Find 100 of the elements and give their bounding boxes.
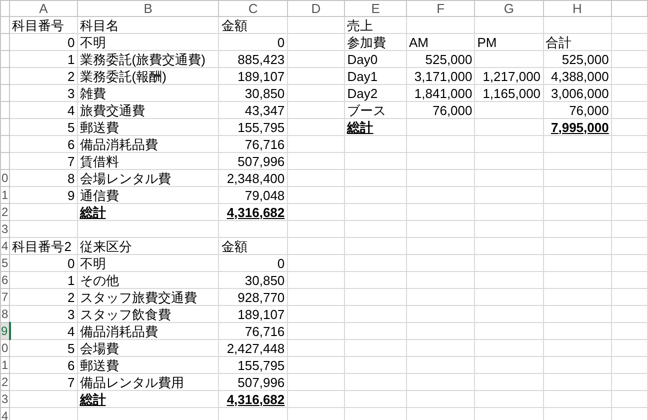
cell-text: AM <box>408 34 428 50</box>
cell-text: Day1 <box>347 68 378 84</box>
cell-text: 8 <box>68 170 75 186</box>
cell-text: 合計 <box>546 34 572 50</box>
cell-text: 76,716 <box>244 324 285 338</box>
cell-text: 0 <box>68 256 75 270</box>
column-header[interactable]: D <box>287 0 345 16</box>
row-header[interactable]: 1 <box>0 186 10 204</box>
column-header[interactable]: C <box>218 0 288 16</box>
column-header[interactable]: E <box>344 0 406 16</box>
cell-text: 金額 <box>221 238 248 254</box>
column-header[interactable]: G <box>474 0 544 16</box>
cell-text: その他 <box>80 272 119 288</box>
cell-text: 4 <box>68 102 75 118</box>
cell-text: 郵送費 <box>80 358 119 372</box>
cell-text: 525,000 <box>425 52 472 66</box>
cell-text: 科目番号 <box>12 18 64 32</box>
cell-text: 備品レンタル費用 <box>80 374 184 390</box>
cell-text: 79,048 <box>244 188 285 202</box>
cell-text: 9 <box>68 188 75 202</box>
cell-text: 7 <box>68 154 75 168</box>
cell-text: 備品消耗品費 <box>80 324 158 338</box>
cell-text: 1 <box>68 52 75 66</box>
cell-text: 1,841,000 <box>414 86 472 100</box>
cell-text: 525,000 <box>562 52 609 66</box>
row-header[interactable]: 5 <box>0 254 10 272</box>
cell-text: 885,423 <box>238 52 285 66</box>
cell-text: 1,165,000 <box>482 86 541 100</box>
cell-text: 従来区分 <box>80 238 132 254</box>
cell-text: 0 <box>68 34 75 50</box>
cell-text: 189,107 <box>238 306 285 322</box>
cell-text: 4,316,682 <box>226 204 285 220</box>
cell-text: 売上 <box>347 18 374 32</box>
cell-text: 30,850 <box>244 272 285 288</box>
cell-text: 旅費交通費 <box>80 102 145 118</box>
cell-text: 507,996 <box>238 154 285 168</box>
cell-text: 2 <box>68 290 75 304</box>
cell-text: 1 <box>68 272 75 288</box>
cell-text: 科目名 <box>80 18 119 32</box>
row-header[interactable]: 2 <box>0 374 10 390</box>
row-header[interactable]: 9 <box>0 322 10 340</box>
cell-text: 5 <box>68 340 75 356</box>
cell-text: 4,388,000 <box>551 68 609 84</box>
row-header[interactable]: 7 <box>0 288 10 306</box>
cell-text: 6 <box>68 136 75 152</box>
cell-text: 1,217,000 <box>482 68 541 84</box>
row-header[interactable]: 3 <box>0 390 10 408</box>
row-header[interactable]: 8 <box>0 306 10 322</box>
cell-text: 2,427,448 <box>226 340 285 356</box>
cell-text: 155,795 <box>238 358 285 372</box>
column-header[interactable]: H <box>543 0 612 16</box>
row-header[interactable]: 4 <box>0 408 10 420</box>
cell-text: 会場レンタル費 <box>80 170 171 186</box>
cell-text: PM <box>477 34 497 50</box>
cell-text: 928,770 <box>238 290 285 304</box>
cell-text: 5 <box>68 120 75 134</box>
cell-text: 備品消耗品費 <box>80 136 158 152</box>
cell-text: 30,850 <box>244 86 285 100</box>
cell-text: 7,995,000 <box>551 120 609 134</box>
cell-text: 189,107 <box>238 68 285 84</box>
row-header[interactable]: 2 <box>0 204 10 220</box>
cell-text: 会場費 <box>80 340 119 356</box>
cell-text: 郵送費 <box>80 120 119 134</box>
cell-text: 金額 <box>221 18 248 32</box>
row-header[interactable]: 4 <box>0 238 10 254</box>
column-header[interactable]: F <box>406 0 475 16</box>
row-header[interactable]: 1 <box>0 356 10 374</box>
cell-text: 業務委託(旅費交通費) <box>80 52 206 66</box>
cell-text: 3,006,000 <box>551 86 609 100</box>
cell-text: 3,171,000 <box>414 68 472 84</box>
column-header[interactable]: A <box>10 0 78 16</box>
cell-text: 0 <box>277 256 285 270</box>
cell-text: 3 <box>68 306 75 322</box>
cell-text: Day0 <box>347 52 378 66</box>
cell-text: 4,316,682 <box>226 392 285 406</box>
cell-text: 不明 <box>80 34 106 50</box>
cell-text: 76,000 <box>432 102 472 118</box>
cell-text: 雑費 <box>80 86 106 100</box>
cell-text: 2 <box>68 68 75 84</box>
row-header[interactable]: 0 <box>0 340 10 356</box>
cell-text: 2,348,400 <box>226 170 285 186</box>
column-header[interactable]: B <box>77 0 219 16</box>
cell-text: 科目番号2 <box>12 238 72 254</box>
cell-text: ブース <box>347 102 386 118</box>
cell-text: 43,347 <box>244 102 285 118</box>
cell-text: スタッフ飲食費 <box>80 306 171 322</box>
row-header[interactable]: 0 <box>0 170 10 186</box>
cell-text: 76,000 <box>569 102 609 118</box>
cell-text: 6 <box>68 358 75 372</box>
cell-text: Day2 <box>347 86 378 100</box>
cell-text: 7 <box>68 374 75 390</box>
cell-text: 総計 <box>347 120 374 134</box>
cell-text: 業務委託(報酬) <box>80 68 166 84</box>
cell-text: 賃借料 <box>80 154 119 168</box>
cell-text: 通信費 <box>80 188 119 202</box>
row-header[interactable]: 6 <box>0 272 10 288</box>
row-header[interactable]: 3 <box>0 220 10 238</box>
cell-text: 総計 <box>80 392 106 406</box>
cell-text: 0 <box>277 34 285 50</box>
cell-text: 507,996 <box>238 374 285 390</box>
